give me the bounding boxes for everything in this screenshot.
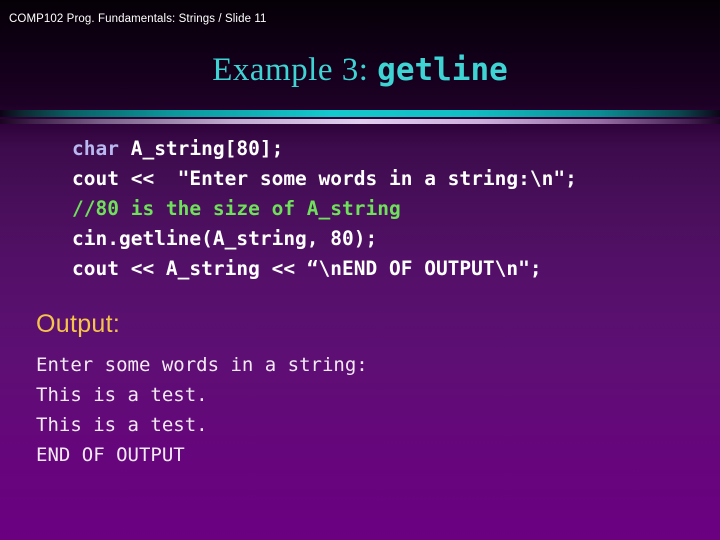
console-line: END OF OUTPUT — [36, 444, 185, 466]
code-text: cout << A_string << “\nEND OF OUTPUT\n"; — [72, 257, 542, 280]
code-line: cout << "Enter some words in a string:\n… — [72, 164, 577, 194]
slide-title-prefix: Example 3: — [212, 52, 378, 88]
slide-title-code-term: getline — [377, 52, 508, 88]
code-text: A_string[80]; — [118, 137, 284, 160]
slide-title: Example 3: getline — [0, 52, 720, 89]
code-text: cin.getline(A_string, 80); — [72, 227, 378, 250]
code-block: char A_string[80];cout << "Enter some wo… — [72, 134, 577, 284]
console-line: This is a test. — [36, 414, 208, 436]
divider-bar-lavender — [0, 119, 720, 124]
divider-bar-teal — [0, 110, 720, 117]
console-line: Enter some words in a string: — [36, 354, 368, 376]
code-line: cout << A_string << “\nEND OF OUTPUT\n"; — [72, 254, 577, 284]
code-comment: //80 is the size of A_string — [72, 197, 401, 220]
slide-header-text: COMP102 Prog. Fundamentals: Strings / Sl… — [9, 13, 267, 25]
code-line: //80 is the size of A_string — [72, 194, 577, 224]
slide-canvas: COMP102 Prog. Fundamentals: Strings / Sl… — [0, 0, 720, 540]
code-line: char A_string[80]; — [72, 134, 577, 164]
output-section-label: Output: — [36, 310, 121, 338]
code-line: cin.getline(A_string, 80); — [72, 224, 577, 254]
code-keyword: char — [72, 137, 119, 160]
code-text: cout << "Enter some words in a string:\n… — [72, 167, 577, 190]
console-line: This is a test. — [36, 384, 208, 406]
console-output-block: Enter some words in a string: This is a t… — [36, 350, 368, 470]
